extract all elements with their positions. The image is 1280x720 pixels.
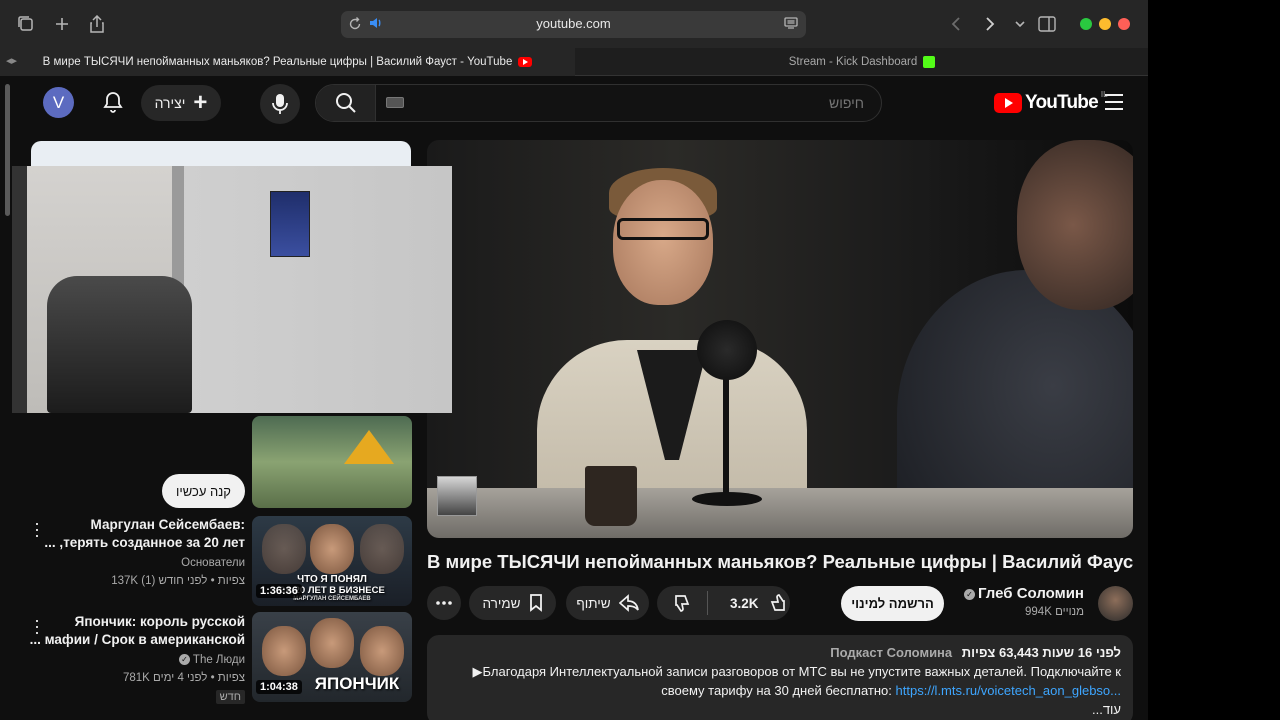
video-stats: 781K צפיות • לפני 4 ימים xyxy=(122,672,245,684)
kick-favicon-icon xyxy=(923,56,936,68)
video-title-main: В мире ТЫСЯЧИ непойманных маньяков? Реал… xyxy=(427,551,1133,572)
plus-icon: + xyxy=(193,89,208,116)
voice-search-button[interactable] xyxy=(260,84,300,124)
ad-thumbnail[interactable] xyxy=(252,416,412,508)
save-button[interactable]: שמירה xyxy=(469,586,556,620)
subscriber-count: 994K מנויים xyxy=(1025,606,1084,618)
more-horizontal-icon xyxy=(436,601,452,605)
tab-bar: ◂▸ В мире ТЫСЯЧИ непойманных маньяков? Р… xyxy=(0,48,1148,76)
address-bar[interactable]: youtube.com xyxy=(341,11,806,38)
video-title: Маргулан Сейсембаев: xyxy=(90,517,245,532)
duration-badge: 1:36:36 xyxy=(256,584,302,598)
scrollbar[interactable] xyxy=(5,84,10,216)
share-icon[interactable] xyxy=(87,14,107,34)
youtube-favicon-icon xyxy=(518,57,533,67)
maximize-button[interactable] xyxy=(1080,18,1092,30)
tab-overview-icon[interactable] xyxy=(16,14,36,34)
show-more-link[interactable]: ...עוד xyxy=(1092,702,1121,717)
minimize-button[interactable] xyxy=(1099,18,1111,30)
webcam-overlay xyxy=(12,166,452,413)
new-tab-icon[interactable] xyxy=(52,14,72,34)
search-box xyxy=(315,84,882,122)
thumbnail-text: ЯПОНЧИК xyxy=(314,674,400,693)
youtube-logo[interactable]: YouTube IL xyxy=(994,90,1108,114)
microphone-icon xyxy=(272,94,288,114)
account-avatar[interactable]: V xyxy=(43,87,74,118)
list-item[interactable]: Япончик: король русской мафии / Срок в а… xyxy=(25,613,245,705)
description-meta: Подкаст Соломина לפני 16 שעות 63,443 צפי… xyxy=(439,645,1121,660)
video-title: терять созданное за 20 лет, ... xyxy=(44,535,245,550)
tab-youtube[interactable]: ◂▸ В мире ТЫСЯЧИ непойманных маньяков? Р… xyxy=(0,48,575,76)
sidebar-toggle-icon[interactable] xyxy=(1037,14,1057,34)
video-thumbnail[interactable]: ЯПОНЧИК 1:04:38 xyxy=(252,612,412,702)
verified-icon: ✓ xyxy=(178,654,190,666)
forward-icon[interactable] xyxy=(980,14,1000,34)
video-stats: 137K צפיות • לפני חודש (1) xyxy=(111,575,245,587)
share-button[interactable]: שיתוף xyxy=(566,586,649,620)
podcast-link[interactable]: Подкаст Соломина xyxy=(830,645,952,660)
search-input[interactable] xyxy=(378,85,878,121)
channel-name-main[interactable]: ✓ Глеб Соломин xyxy=(964,585,1084,602)
microphone-prop xyxy=(697,320,757,380)
tab-label: Stream - Kick Dashboard xyxy=(788,56,918,68)
speaker-icon[interactable]: ◂▸ xyxy=(6,54,17,67)
create-button[interactable]: יצירה + xyxy=(141,85,221,121)
close-button[interactable] xyxy=(1118,18,1130,30)
duration-badge: 1:04:38 xyxy=(256,680,302,694)
search-button[interactable] xyxy=(316,85,376,121)
logo-text: YouTube xyxy=(1025,92,1099,113)
new-badge: חדש xyxy=(215,690,245,704)
video-title: мафии / Срок в американской ... xyxy=(29,632,245,647)
video-player[interactable] xyxy=(427,140,1133,538)
url-text: youtube.com xyxy=(536,16,611,31)
like-dislike-group: 3.2K xyxy=(657,586,790,620)
dislike-icon[interactable] xyxy=(673,593,693,613)
save-label: שמירה xyxy=(482,595,521,611)
channel-avatar[interactable] xyxy=(1098,586,1133,621)
search-icon xyxy=(335,93,356,113)
notifications-icon[interactable] xyxy=(101,90,125,114)
chair-prop xyxy=(47,276,192,413)
upload-time: לפני 16 שעות xyxy=(1042,645,1121,660)
description-box[interactable]: Подкаст Соломина לפני 16 שעות 63,443 צפי… xyxy=(427,635,1133,720)
more-actions-button[interactable] xyxy=(427,586,461,620)
browser-toolbar: youtube.com xyxy=(0,0,1148,48)
bookmark-icon xyxy=(529,594,542,612)
description-text: ▶Благодаря Интеллектуальной записи разго… xyxy=(472,664,1121,717)
guest-thumbnail[interactable] xyxy=(437,476,477,516)
list-item[interactable]: Маргулан Сейсембаев: терять созданное за… xyxy=(25,516,245,590)
browser-window: youtube.com ◂▸ В мире ТЫСЯЧИ непойманных… xyxy=(0,0,1148,720)
youtube-header: V יצירה + YouTube IL xyxy=(0,76,1148,132)
subscribe-button[interactable]: הרשמה למינוי xyxy=(841,586,944,621)
cup-prop xyxy=(585,466,637,526)
like-icon[interactable] xyxy=(767,593,787,613)
tab-label: В мире ТЫСЯЧИ непойманных маньяков? Реал… xyxy=(42,56,513,68)
expand-icon[interactable]: ▶ xyxy=(473,664,483,679)
view-count: 63,443 צפיות xyxy=(961,645,1039,660)
channel-name: Основатели xyxy=(181,557,245,569)
menu-icon[interactable] xyxy=(1105,94,1123,110)
verified-icon: ✓ xyxy=(964,588,976,600)
video-title: Япончик: король русской xyxy=(74,614,245,629)
reader-view-icon[interactable] xyxy=(784,16,800,32)
create-label: יצירה xyxy=(154,95,186,111)
like-count: 3.2K xyxy=(730,595,759,611)
description-link[interactable]: https://l.mts.ru/voicetech_aon_glebso... xyxy=(896,683,1121,698)
share-arrow-icon xyxy=(618,594,639,612)
video-thumbnail[interactable]: ЧТО Я ПОНЯЛ ЗА 20 ЛЕТ В БИЗНЕСЕ МАРГУЛАН… xyxy=(252,516,412,606)
tab-kick[interactable]: Stream - Kick Dashboard xyxy=(576,48,1148,76)
poster-prop xyxy=(270,191,310,257)
buy-now-button[interactable]: קנה עכשיו xyxy=(162,474,245,508)
youtube-play-icon xyxy=(994,93,1022,113)
chevron-down-icon[interactable] xyxy=(1010,14,1030,34)
back-icon[interactable] xyxy=(946,14,966,34)
desktop-background xyxy=(1148,0,1280,720)
channel-name: ✓ The Люди xyxy=(25,651,245,669)
share-label: שיתוף xyxy=(576,595,611,611)
